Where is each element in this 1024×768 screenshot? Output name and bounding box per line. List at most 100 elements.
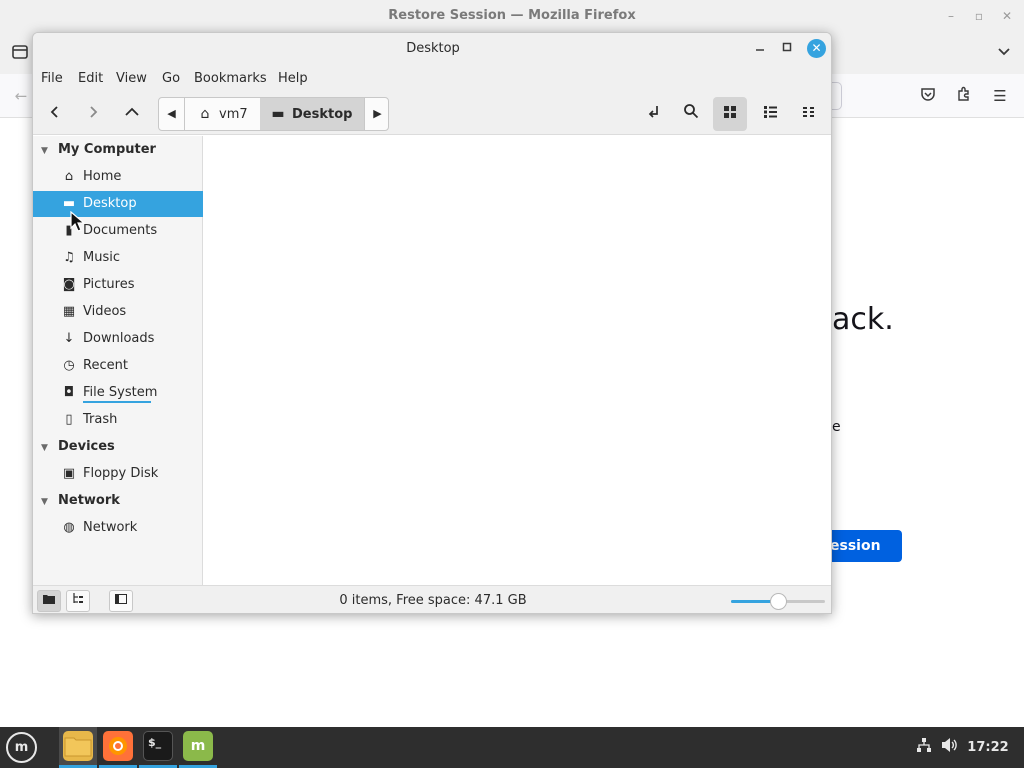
menu-edit[interactable]: Edit (78, 71, 103, 86)
back-button[interactable] (39, 98, 71, 130)
zoom-slider-handle[interactable] (770, 593, 787, 610)
sidebar-item-label: Videos (83, 304, 127, 319)
toolbar: ◀ ⌂ vm7 ▬ Desktop ▶ (33, 93, 831, 135)
menu-file[interactable]: File (41, 71, 63, 86)
start-menu-button[interactable]: m (6, 732, 37, 763)
list-view-button[interactable] (753, 97, 787, 131)
minimize-button[interactable] (752, 41, 768, 57)
sidebar-section-devices[interactable]: ▼ Devices (33, 434, 203, 460)
path-scroll-left-button[interactable]: ◀ (159, 98, 185, 130)
film-icon: ▦ (62, 304, 76, 319)
show-places-button[interactable] (37, 590, 61, 612)
expander-icon: ▼ (41, 443, 48, 453)
sidebar-item-label: Network (83, 520, 138, 535)
status-bar: 0 items, Free space: 47.1 GB (33, 585, 831, 613)
sidebar-section-network[interactable]: ▼ Network (33, 488, 203, 514)
firefox-view-icon[interactable] (9, 43, 31, 65)
taskbar: m $_ m 17:22 (0, 727, 1024, 768)
globe-icon: ◍ (63, 520, 75, 535)
sidebar-section-my-computer[interactable]: ▼ My Computer (33, 137, 203, 163)
hamburger-menu-icon[interactable]: ☰ (989, 86, 1011, 108)
firefox-app-icon[interactable] (103, 731, 133, 761)
menu-help[interactable]: Help (278, 71, 308, 86)
pocket-icon[interactable] (917, 86, 939, 108)
forward-button[interactable] (77, 98, 109, 130)
maximize-button[interactable] (779, 41, 795, 57)
path-bar: ◀ ⌂ vm7 ▬ Desktop ▶ (158, 97, 389, 131)
sidebar-item-desktop[interactable]: ▬ Desktop (33, 191, 203, 217)
sidebar-item-home[interactable]: ⌂ Home (33, 164, 203, 190)
firefox-page-text: e (832, 419, 841, 435)
zoom-slider[interactable] (731, 593, 825, 610)
trash-icon: ▯ (65, 412, 73, 427)
close-button[interactable]: ✕ (807, 39, 826, 58)
menu-go[interactable]: Go (162, 71, 180, 86)
icon-view-button[interactable] (713, 97, 747, 131)
sidebar-item-floppy-disk[interactable]: ▣ Floppy Disk (33, 461, 203, 487)
sidebar-item-documents[interactable]: ▮ Documents (33, 218, 203, 244)
back-arrow-icon[interactable]: ← (10, 86, 32, 108)
sidebar-item-music[interactable]: ♫ Music (33, 245, 203, 271)
firefox-page-heading: ack. (832, 302, 894, 337)
up-button[interactable] (116, 98, 148, 130)
sidebar-item-downloads[interactable]: ↓ Downloads (33, 326, 203, 352)
update-manager-app-icon[interactable]: m (183, 731, 213, 761)
mouse-cursor-icon (70, 211, 86, 232)
sidebar-item-pictures[interactable]: ◙ Pictures (33, 272, 203, 298)
compact-view-button[interactable] (792, 97, 826, 131)
sidebar-item-file-system[interactable]: ◘ File System (33, 380, 203, 406)
compact-view-icon (803, 107, 814, 117)
toggle-location-entry-button[interactable] (636, 97, 670, 131)
clock[interactable]: 17:22 (960, 727, 1016, 768)
home-icon: ⌂ (64, 169, 74, 184)
file-view-area[interactable] (204, 136, 831, 585)
search-button[interactable] (674, 97, 708, 131)
sidebar-item-label: Downloads (83, 331, 155, 346)
expander-icon: ▼ (41, 497, 48, 507)
firefox-title: Restore Session — Mozilla Firefox (388, 8, 636, 23)
drive-icon: ◘ (63, 385, 75, 400)
file-manager-titlebar[interactable]: Desktop (33, 33, 831, 65)
sidebar-item-label: Documents (83, 223, 158, 238)
file-manager-window: Desktop ✕ File Edit View Go Bookmarks He… (32, 32, 832, 614)
files-app-icon[interactable] (63, 731, 93, 761)
status-text: 0 items, Free space: 47.1 GB (339, 593, 527, 608)
sidebar-item-videos[interactable]: ▦ Videos (33, 299, 203, 325)
menu-view[interactable]: View (116, 71, 147, 86)
expander-icon: ▼ (41, 146, 48, 156)
path-segment-vm7[interactable]: ⌂ vm7 (189, 98, 259, 130)
volume-icon[interactable] (940, 737, 960, 757)
network-icon[interactable] (914, 737, 934, 757)
sidebar: ▼ My Computer ⌂ Home ▬ Desktop ▮ Documents ♫… (33, 136, 203, 585)
show-treeview-button[interactable] (66, 590, 90, 612)
sidebar-item-network[interactable]: ◍ Network (33, 515, 203, 541)
firefox-titlebar: Restore Session — Mozilla Firefox (0, 0, 1024, 34)
sidebar-section-title: My Computer (58, 142, 156, 157)
extensions-icon[interactable] (953, 86, 975, 108)
hide-sidebar-button[interactable] (109, 590, 133, 612)
list-all-tabs-icon[interactable] (993, 43, 1015, 65)
sidebar-item-label: Pictures (83, 277, 135, 292)
up-arrow-icon (125, 107, 139, 116)
sidebar-item-label: Recent (83, 358, 128, 373)
sidebar-section-title: Network (58, 493, 120, 508)
path-segment-desktop[interactable]: ▬ Desktop (260, 98, 364, 130)
sidebar-item-label: Music (83, 250, 120, 265)
download-icon: ↓ (63, 331, 75, 346)
sidebar-item-trash[interactable]: ▯ Trash (33, 407, 203, 433)
firefox-close-button[interactable]: ✕ (1000, 9, 1014, 23)
sidebar-item-recent[interactable]: ◷ Recent (33, 353, 203, 379)
desktop-icon: ▬ (271, 106, 285, 122)
path-segment-label: Desktop (292, 107, 353, 122)
terminal-app-icon[interactable]: $_ (143, 731, 173, 761)
list-icon (763, 106, 777, 118)
floppy-icon: ▣ (62, 466, 76, 481)
camera-icon: ◙ (62, 277, 76, 292)
clock-icon: ◷ (63, 358, 75, 373)
disk-usage-bar (83, 401, 151, 403)
path-scroll-right-button[interactable]: ▶ (364, 98, 388, 130)
sidebar-item-label: Home (83, 169, 122, 184)
firefox-minimize-button[interactable]: – (944, 9, 958, 23)
firefox-maximize-button[interactable]: ▫ (972, 9, 986, 23)
menu-bookmarks[interactable]: Bookmarks (194, 71, 267, 86)
